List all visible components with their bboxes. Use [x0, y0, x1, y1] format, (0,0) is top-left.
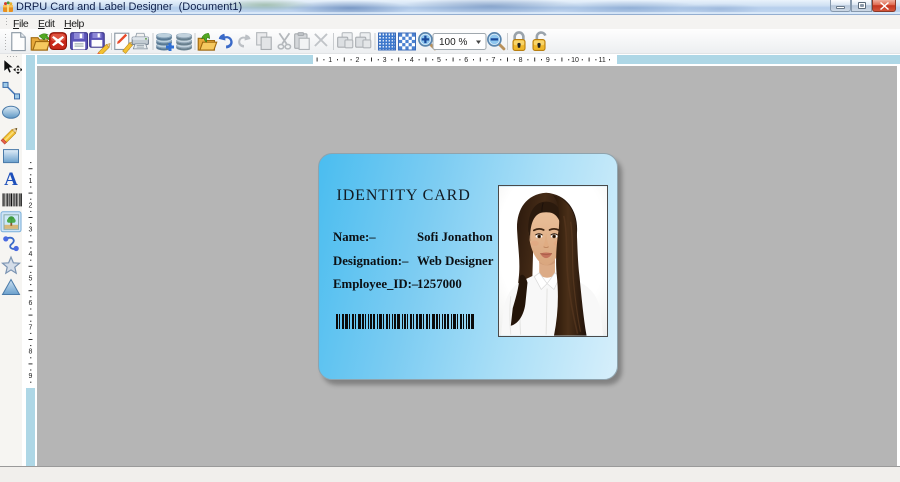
svg-text:1: 1 — [328, 57, 332, 64]
svg-text:9: 9 — [29, 373, 33, 380]
svg-text:5: 5 — [437, 57, 441, 64]
svg-text:2: 2 — [29, 202, 33, 209]
svg-text:6: 6 — [464, 57, 468, 64]
svg-text:5: 5 — [29, 276, 33, 283]
svg-text:9: 9 — [546, 57, 550, 64]
svg-text:11: 11 — [599, 57, 606, 64]
svg-text:6: 6 — [29, 300, 33, 307]
svg-text:3: 3 — [29, 227, 33, 234]
svg-text:2: 2 — [355, 57, 359, 64]
svg-text:4: 4 — [29, 251, 33, 258]
svg-text:100 %: 100 % — [439, 37, 467, 48]
svg-text:4: 4 — [410, 57, 414, 64]
svg-text:8: 8 — [29, 349, 33, 356]
svg-text:A: A — [4, 169, 18, 190]
svg-text:10: 10 — [571, 57, 579, 64]
svg-text:7: 7 — [29, 324, 33, 331]
svg-text:7: 7 — [491, 57, 495, 64]
svg-text:8: 8 — [519, 57, 523, 64]
svg-text:3: 3 — [383, 57, 387, 64]
svg-text:1: 1 — [29, 178, 33, 185]
